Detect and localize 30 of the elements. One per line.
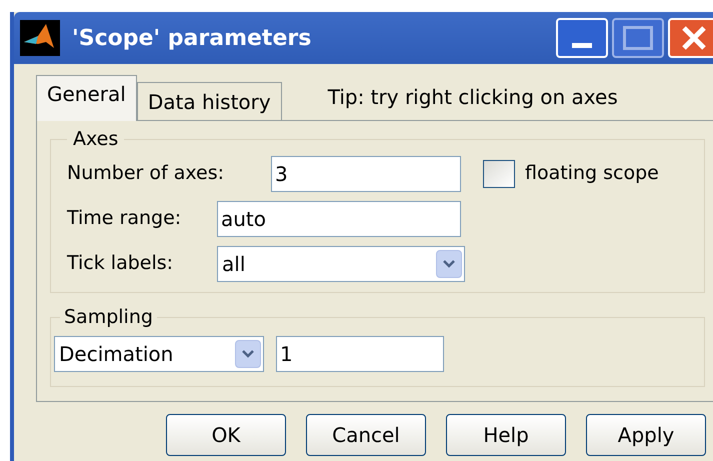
- field-label: Time range:: [67, 206, 182, 232]
- dialog-button[interactable]: Apply: [586, 414, 706, 456]
- group-title: Axes: [72, 127, 120, 152]
- field-label: Number of axes:: [67, 161, 226, 186]
- input-field[interactable]: auto: [217, 200, 461, 236]
- dropdown-value: Decimation: [59, 340, 174, 368]
- checkbox-label: floating scope: [525, 161, 659, 186]
- tab[interactable]: General: [36, 75, 137, 121]
- tip-text: Tip: try right clicking on axes: [328, 84, 618, 111]
- dropdown-value: all: [222, 250, 246, 278]
- dropdown-button[interactable]: [436, 250, 462, 278]
- chevron-down-icon: [241, 348, 255, 358]
- dropdown-button[interactable]: [235, 340, 261, 368]
- tab[interactable]: Data history: [136, 82, 282, 120]
- input-field[interactable]: 3: [271, 156, 461, 192]
- close-icon: [681, 25, 707, 51]
- minimize-button[interactable]: [556, 18, 608, 58]
- chevron-down-icon: [442, 258, 456, 268]
- close-button[interactable]: [668, 18, 713, 58]
- window-title: 'Scope' parameters: [72, 24, 312, 52]
- checkbox[interactable]: [483, 160, 515, 188]
- dropdown[interactable]: all: [217, 246, 465, 282]
- matlab-logo-icon: [20, 20, 60, 56]
- dialog-button[interactable]: OK: [166, 414, 286, 456]
- input-field[interactable]: 1: [276, 336, 444, 372]
- dropdown[interactable]: Decimation: [54, 336, 264, 372]
- field-label: Tick labels:: [67, 251, 174, 276]
- group-title: Sampling: [63, 305, 154, 330]
- dialog-button[interactable]: Cancel: [306, 414, 426, 456]
- dialog-button[interactable]: Help: [446, 414, 566, 456]
